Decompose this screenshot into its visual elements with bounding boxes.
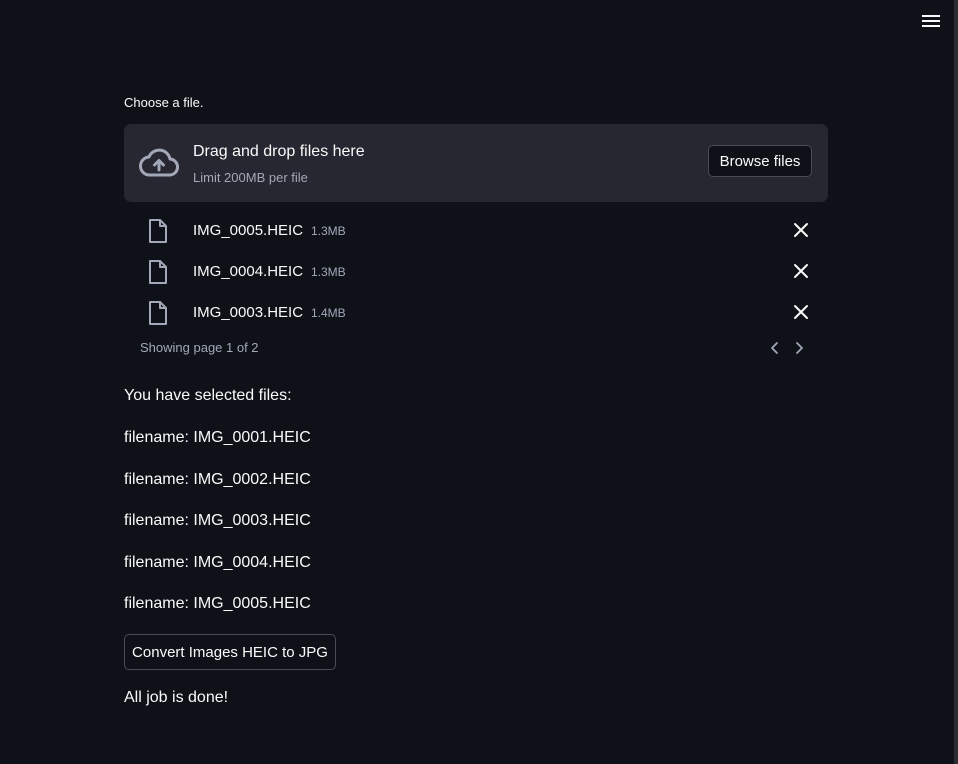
uploaded-file-row: IMG_0004.HEIC 1.3MB bbox=[124, 251, 828, 292]
hamburger-menu-icon bbox=[922, 15, 940, 27]
uploaded-file-name: IMG_0003.HEIC bbox=[193, 304, 304, 321]
file-icon bbox=[149, 260, 167, 284]
uploaded-file-row: IMG_0003.HEIC 1.4MB bbox=[124, 292, 828, 333]
selected-filename: filename: IMG_0001.HEIC bbox=[124, 429, 311, 446]
uploaded-file-size: 1.4MB bbox=[311, 306, 346, 320]
uploaded-file-row: IMG_0005.HEIC 1.3MB bbox=[124, 210, 828, 251]
uploaded-file-list: IMG_0005.HEIC 1.3MB IMG_0004.HEIC 1.3MB … bbox=[124, 210, 828, 333]
job-done-message: All job is done! bbox=[124, 689, 229, 706]
close-icon[interactable] bbox=[792, 262, 810, 280]
selected-filename: filename: IMG_0004.HEIC bbox=[124, 554, 311, 571]
file-uploader-label: Choose a file. bbox=[124, 95, 204, 110]
file-icon bbox=[149, 219, 167, 243]
pagination-status: Showing page 1 of 2 bbox=[140, 340, 259, 355]
cloud-upload-icon bbox=[139, 148, 179, 177]
selected-files-heading: You have selected files: bbox=[124, 387, 292, 404]
uploaded-file-name: IMG_0004.HEIC bbox=[193, 263, 304, 280]
close-icon[interactable] bbox=[792, 221, 810, 239]
selected-filename: filename: IMG_0005.HEIC bbox=[124, 595, 311, 612]
window-right-edge bbox=[954, 0, 958, 764]
file-icon bbox=[149, 301, 167, 325]
main-menu-button[interactable] bbox=[918, 10, 944, 32]
file-dropzone[interactable]: Drag and drop files here Limit 200MB per… bbox=[124, 124, 828, 202]
chevron-right-icon[interactable] bbox=[790, 339, 808, 357]
dropzone-instructions: Drag and drop files here bbox=[193, 143, 365, 160]
uploaded-file-name: IMG_0005.HEIC bbox=[193, 222, 304, 239]
selected-filename: filename: IMG_0002.HEIC bbox=[124, 471, 311, 488]
chevron-left-icon[interactable] bbox=[766, 339, 784, 357]
uploaded-file-size: 1.3MB bbox=[311, 265, 346, 279]
close-icon[interactable] bbox=[792, 303, 810, 321]
dropzone-size-limit: Limit 200MB per file bbox=[193, 170, 308, 185]
uploaded-file-size: 1.3MB bbox=[311, 224, 346, 238]
convert-heic-to-jpg-button[interactable]: Convert Images HEIC to JPG bbox=[124, 634, 336, 670]
browse-files-button[interactable]: Browse files bbox=[708, 145, 812, 177]
selected-filename: filename: IMG_0003.HEIC bbox=[124, 512, 311, 529]
file-list-pagination: Showing page 1 of 2 bbox=[124, 337, 828, 359]
